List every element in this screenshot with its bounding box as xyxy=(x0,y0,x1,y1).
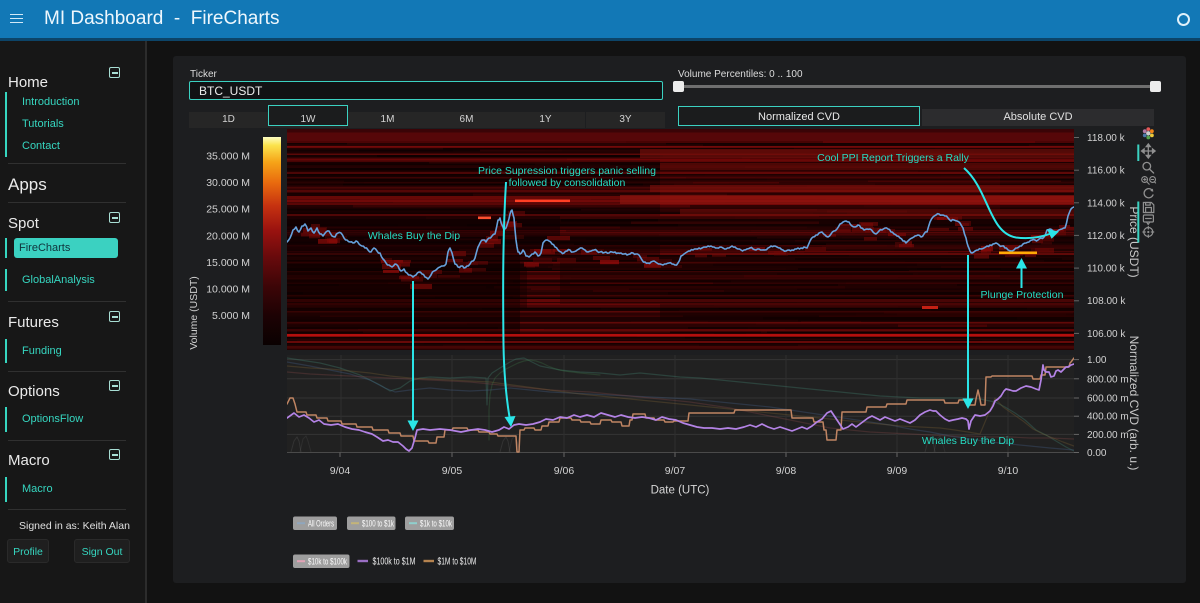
svg-text:118.00 k: 118.00 k xyxy=(1087,133,1126,144)
svg-text:112.00 k: 112.00 k xyxy=(1087,231,1126,242)
svg-text:Plunge Protection: Plunge Protection xyxy=(981,289,1064,301)
svg-text:0.00: 0.00 xyxy=(1087,448,1107,459)
svg-text:800.00 m: 800.00 m xyxy=(1087,374,1129,385)
svg-text:Whales Buy the Dip: Whales Buy the Dip xyxy=(368,230,460,242)
svg-text:106.00 k: 106.00 k xyxy=(1087,329,1126,340)
svg-text:600.00 m: 600.00 m xyxy=(1087,394,1129,405)
svg-text:Price Supression triggers pani: Price Supression triggers panic selling xyxy=(478,165,656,177)
svg-text:9/10: 9/10 xyxy=(998,465,1019,477)
svg-text:35.000 M: 35.000 M xyxy=(206,151,250,163)
svg-text:Volume (USDT): Volume (USDT) xyxy=(188,276,200,350)
svg-text:All Orders: All Orders xyxy=(308,519,334,530)
svg-text:5.000 M: 5.000 M xyxy=(212,310,250,322)
svg-text:108.00 k: 108.00 k xyxy=(1087,296,1126,307)
svg-text:Cool PPI Report Triggers a Ral: Cool PPI Report Triggers a Rally xyxy=(817,152,969,164)
svg-text:$1k to $10k: $1k to $10k xyxy=(420,519,452,530)
svg-text:$100 to $1k: $100 to $1k xyxy=(362,519,394,530)
svg-text:9/09: 9/09 xyxy=(887,465,908,477)
svg-text:Whales Buy the Dip: Whales Buy the Dip xyxy=(922,435,1014,447)
svg-text:15.000 M: 15.000 M xyxy=(206,257,250,269)
svg-text:1.00: 1.00 xyxy=(1087,355,1107,366)
svg-text:400.00 m: 400.00 m xyxy=(1087,412,1129,423)
svg-text:Normalized CVD (arb. u.): Normalized CVD (arb. u.) xyxy=(1127,336,1141,471)
svg-text:$1M to $10M: $1M to $10M xyxy=(438,557,477,568)
svg-text:200.00 m: 200.00 m xyxy=(1087,430,1129,441)
svg-text:10.000 M: 10.000 M xyxy=(206,284,250,296)
svg-text:9/04: 9/04 xyxy=(330,465,351,477)
svg-text:25.000 M: 25.000 M xyxy=(206,204,250,216)
svg-text:114.00 k: 114.00 k xyxy=(1087,198,1126,209)
svg-text:9/08: 9/08 xyxy=(776,465,797,477)
svg-text:9/06: 9/06 xyxy=(554,465,575,477)
svg-text:9/07: 9/07 xyxy=(665,465,686,477)
svg-text:30.000 M: 30.000 M xyxy=(206,177,250,189)
svg-text:9/05: 9/05 xyxy=(442,465,463,477)
svg-text:followed by consolidation: followed by consolidation xyxy=(509,177,626,189)
svg-text:$100k to $1M: $100k to $1M xyxy=(373,557,416,568)
svg-text:Date (UTC): Date (UTC) xyxy=(651,485,710,497)
svg-text:20.000 M: 20.000 M xyxy=(206,230,250,242)
svg-text:$10k to $100k: $10k to $100k xyxy=(308,557,347,568)
svg-text:116.00 k: 116.00 k xyxy=(1087,166,1126,177)
svg-text:110.00 k: 110.00 k xyxy=(1087,264,1126,275)
